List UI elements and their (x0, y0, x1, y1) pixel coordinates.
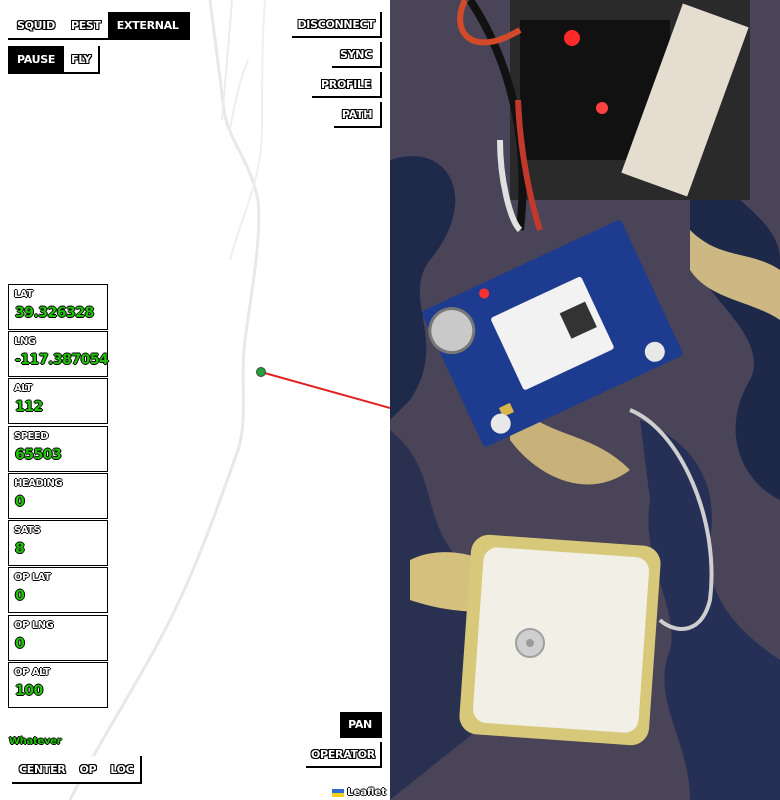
telemetry-alt: ALT 112 (8, 378, 108, 424)
telemetry-op-lat: OP LAT 0 (8, 567, 108, 613)
telemetry-value: 0 (15, 636, 25, 652)
telemetry-value: 0 (15, 494, 25, 510)
telemetry-lng: LNG -117.387054 (8, 331, 109, 377)
telemetry-label: HEADING (14, 478, 63, 489)
operator-button[interactable]: Operator (306, 742, 382, 768)
path-button[interactable]: Path (334, 102, 382, 128)
telemetry-value: 39.326328 (15, 305, 94, 321)
telemetry-value: 65503 (15, 447, 62, 463)
telemetry-lat: LAT 39.326328 (8, 284, 108, 330)
telemetry-label: OP LAT (14, 572, 51, 583)
tab-pest[interactable]: Pest (63, 12, 108, 38)
map-attribution[interactable]: Leaflet (332, 787, 386, 798)
telemetry-value: 112 (15, 399, 43, 415)
telemetry-value: 100 (15, 683, 43, 699)
vehicle-marker[interactable] (256, 367, 266, 377)
telemetry-value: 8 (15, 541, 25, 557)
camera-photo (390, 0, 780, 800)
tab-external[interactable]: External (107, 12, 188, 38)
telemetry-op-alt: OP ALT 100 (8, 662, 108, 708)
loc-button[interactable]: LOC (103, 756, 141, 782)
profile-button[interactable]: Profile (312, 72, 382, 98)
attribution-link[interactable]: Leaflet (347, 787, 386, 798)
telemetry-label: SPEED (14, 431, 49, 442)
sync-button[interactable]: Sync (332, 42, 382, 68)
telemetry-heading: HEADING 0 (8, 473, 108, 519)
op-button[interactable]: OP (72, 756, 104, 782)
telemetry-label: LAT (14, 289, 33, 300)
telemetry-sats: SATS 8 (8, 520, 108, 566)
track-line (260, 371, 390, 409)
telemetry-label: LNG (14, 336, 36, 347)
pause-button[interactable]: Pause (8, 46, 65, 72)
telemetry-op-lng: OP LNG 0 (8, 615, 108, 661)
top-tab-group: Squid Pest External (8, 12, 190, 40)
bottom-tab-group: Center OP LOC (12, 756, 143, 784)
disconnect-button[interactable]: Disconnect (292, 12, 382, 38)
telemetry-label: OP ALT (14, 667, 50, 678)
telemetry-label: SATS (14, 525, 41, 536)
tab-squid[interactable]: Squid (8, 12, 64, 38)
ukraine-flag-icon (332, 788, 345, 797)
telemetry-value: 0 (15, 588, 25, 604)
telemetry-value: -117.387054 (15, 352, 109, 368)
gps-module-image (390, 0, 780, 800)
pan-button[interactable]: Pan (340, 712, 382, 738)
mode-tab-group: Pause Fly (8, 46, 100, 74)
telemetry-speed: SPEED 65503 (8, 426, 108, 472)
center-button[interactable]: Center (12, 756, 73, 782)
telemetry-label: ALT (14, 383, 32, 394)
status-text: Whatever (9, 736, 62, 747)
telemetry-label: OP LNG (14, 620, 54, 631)
fly-button[interactable]: Fly (64, 46, 98, 72)
